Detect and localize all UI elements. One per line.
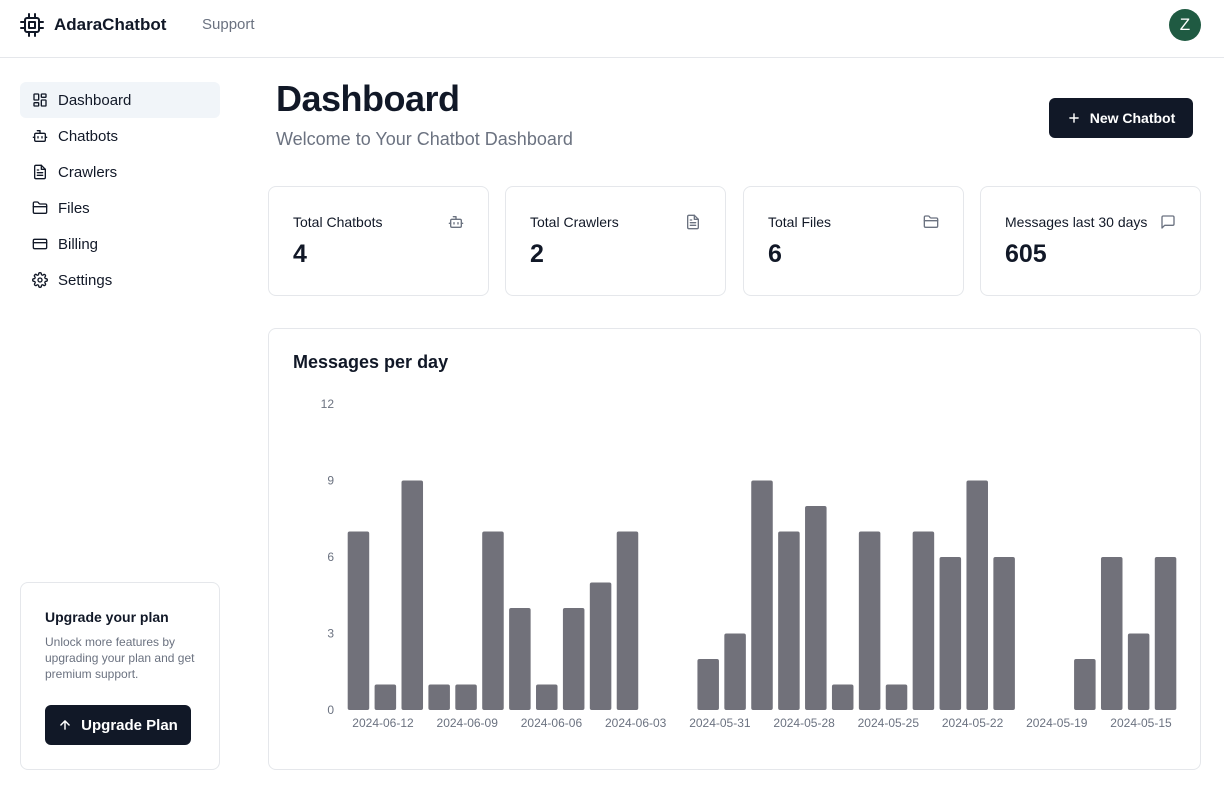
x-tick-label: 2024-05-25	[858, 716, 920, 730]
y-tick-label: 3	[327, 627, 334, 641]
chart-bar[interactable]	[939, 557, 962, 710]
sidebar-item-label: Files	[58, 199, 90, 217]
x-tick-label: 2024-06-12	[352, 716, 414, 730]
chart-bar[interactable]	[697, 659, 719, 710]
new-chatbot-label: New Chatbot	[1089, 110, 1176, 126]
avatar[interactable]: Z	[1169, 9, 1201, 41]
page-subtitle: Welcome to Your Chatbot Dashboard	[276, 129, 573, 149]
stat-value: 2	[530, 240, 544, 268]
chart-bar[interactable]	[428, 684, 450, 711]
stat-label: Total Crawlers	[530, 214, 619, 230]
chart-bar[interactable]	[831, 684, 854, 711]
message-square-icon	[1161, 215, 1175, 229]
stat-value: 6	[768, 240, 782, 268]
chart-bar[interactable]	[589, 582, 612, 711]
chart-bar[interactable]	[1127, 633, 1150, 711]
chart-bar[interactable]	[724, 633, 746, 711]
chart-bar[interactable]	[536, 684, 558, 711]
chart-bar[interactable]	[482, 531, 504, 711]
messages-chart-card: Messages per day 0 3 6 9 12 2024-06-12 2024-06…	[268, 328, 1201, 770]
x-tick-label: 2024-05-28	[773, 716, 835, 730]
chart-bar[interactable]	[455, 684, 477, 711]
stat-card-crawlers: Total Crawlers 2	[505, 186, 726, 296]
stat-label: Total Chatbots	[293, 214, 383, 230]
sidebar-item-label: Billing	[58, 235, 99, 253]
sidebar-item-label: Settings	[58, 271, 113, 289]
layout-dashboard-icon	[33, 93, 47, 107]
stat-card-files: Total Files 6	[743, 186, 964, 296]
x-tick-label: 2024-06-06	[521, 716, 583, 730]
upgrade-plan-button[interactable]: Upgrade Plan	[45, 705, 191, 745]
y-tick-label: 9	[327, 474, 334, 488]
y-tick-label: 6	[327, 550, 334, 564]
chart-bar[interactable]	[778, 531, 800, 711]
new-chatbot-button[interactable]: New Chatbot	[1049, 98, 1193, 138]
bot-icon	[448, 216, 464, 228]
folder-icon	[32, 201, 48, 214]
chart-bar[interactable]	[912, 531, 935, 711]
messages-bar-chart: 0 3 6 9 12 2024-06-12 2024-06-09 2024-06-06 2024…	[321, 397, 1177, 730]
y-tick-label: 12	[321, 397, 335, 411]
upgrade-title: Upgrade your plan	[45, 609, 169, 625]
stat-value: 4	[293, 240, 307, 268]
chart-bar[interactable]	[374, 684, 397, 711]
sidebar-item-crawlers[interactable]: Crawlers	[20, 154, 220, 190]
chart-bar[interactable]	[966, 480, 988, 711]
x-tick-label: 2024-05-19	[1026, 716, 1088, 730]
sidebar-item-dashboard[interactable]: Dashboard	[20, 82, 220, 118]
sidebar-item-files[interactable]: Files	[20, 190, 220, 226]
chart-bar[interactable]	[1100, 557, 1123, 710]
sidebar-item-label: Chatbots	[58, 127, 119, 145]
file-text-icon	[687, 214, 699, 230]
support-link[interactable]: Support	[202, 16, 255, 33]
file-text-icon	[34, 164, 46, 180]
upgrade-card: Upgrade your plan Unlock more features b…	[20, 582, 220, 770]
sidebar-item-label: Crawlers	[58, 163, 118, 181]
x-tick-label: 2024-06-09	[437, 716, 499, 730]
stat-card-chatbots: Total Chatbots 4	[268, 186, 489, 296]
chart-bar[interactable]	[805, 506, 827, 710]
brand-name: AdaraChatbot	[54, 15, 167, 34]
chart-bar[interactable]	[885, 684, 908, 711]
plus-icon	[1068, 113, 1079, 123]
chart-bar[interactable]	[1074, 659, 1096, 710]
arrow-up-icon	[60, 720, 70, 730]
stat-label: Total Files	[768, 214, 832, 230]
x-tick-label: 2024-06-03	[605, 716, 667, 730]
x-tick-label: 2024-05-15	[1110, 716, 1172, 730]
x-tick-label: 2024-05-31	[689, 716, 751, 730]
upgrade-plan-label: Upgrade Plan	[81, 716, 178, 734]
x-tick-label: 2024-05-22	[942, 716, 1004, 730]
bot-icon	[32, 130, 48, 142]
sidebar-item-billing[interactable]: Billing	[20, 226, 220, 262]
gear-icon	[32, 272, 48, 288]
top-bar: AdaraChatbot Support Z	[0, 0, 1224, 58]
sidebar-item-chatbots[interactable]: Chatbots	[20, 118, 220, 154]
stat-card-messages: Messages last 30 days 605	[980, 186, 1201, 296]
chart-bar[interactable]	[751, 480, 773, 711]
upgrade-text: Unlock more features by upgrading your p…	[45, 635, 195, 681]
stat-value: 605	[1005, 240, 1047, 268]
sidebar-item-label: Dashboard	[58, 91, 132, 109]
chart-bar[interactable]	[562, 608, 585, 710]
chart-bar[interactable]	[993, 557, 1015, 710]
page-title: Dashboard	[276, 78, 460, 119]
chart-bar[interactable]	[858, 531, 881, 711]
chart-bar[interactable]	[1154, 557, 1177, 710]
stat-label: Messages last 30 days	[1005, 214, 1148, 230]
y-tick-label: 0	[327, 703, 334, 717]
chart-bar[interactable]	[401, 480, 424, 711]
cpu-chip-icon	[20, 13, 44, 37]
chart-bar[interactable]	[616, 531, 639, 711]
folder-icon	[923, 215, 939, 228]
credit-card-icon	[32, 238, 48, 250]
chart-bar[interactable]	[347, 531, 370, 711]
sidebar-item-settings[interactable]: Settings	[20, 262, 220, 298]
brand[interactable]: AdaraChatbot	[20, 12, 166, 38]
chart-bar[interactable]	[509, 608, 531, 710]
